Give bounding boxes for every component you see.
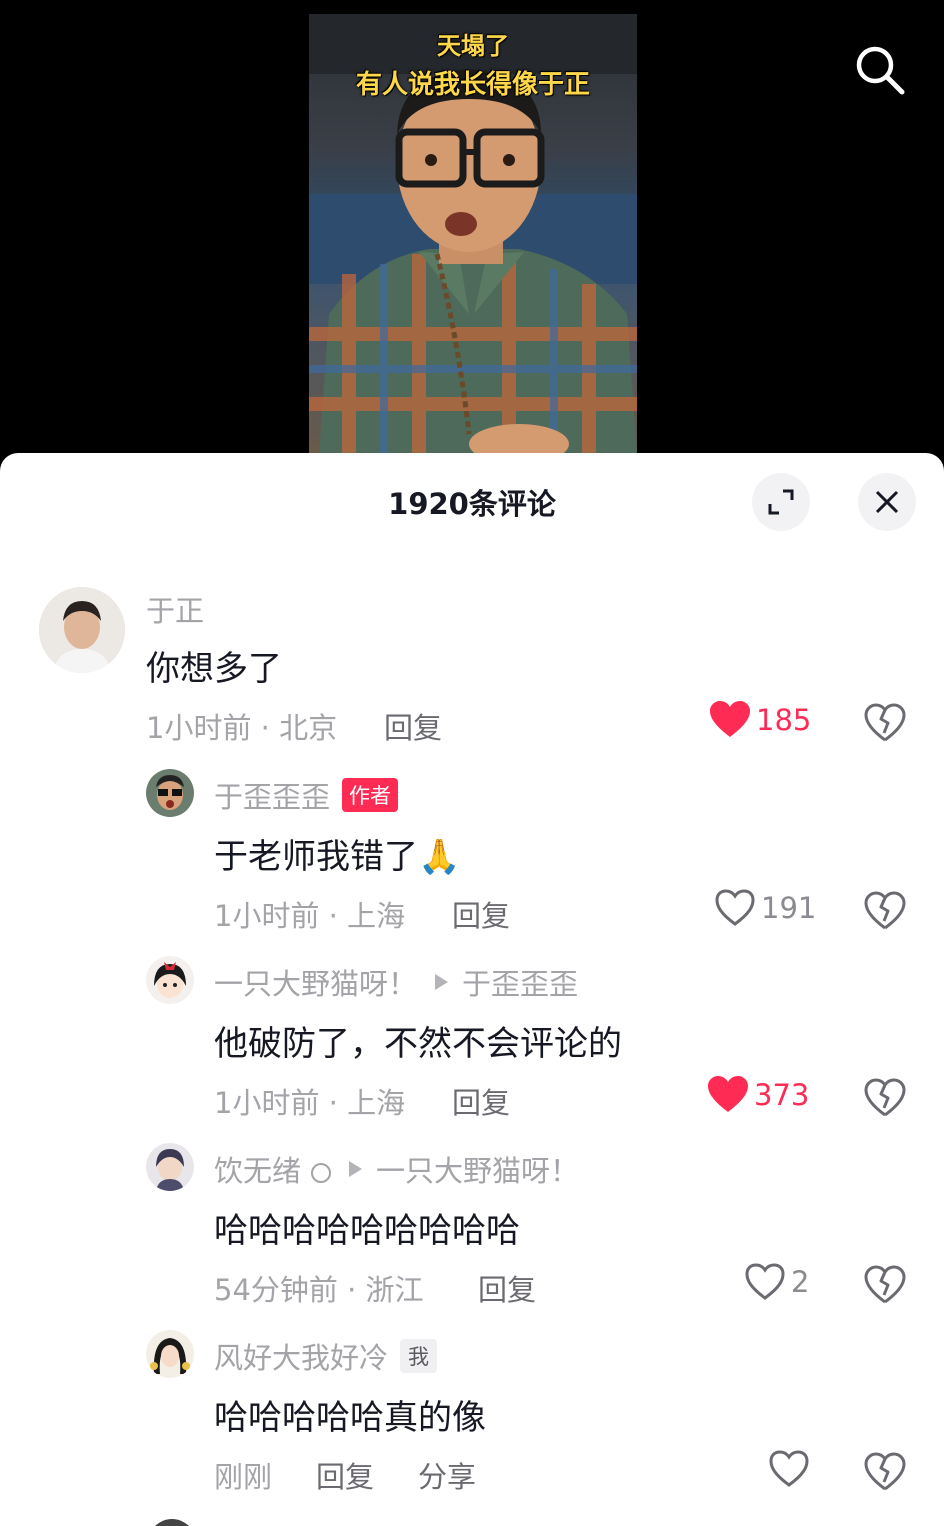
avatar[interactable] bbox=[146, 769, 194, 817]
comment-time-location: 1小时前 · 上海 bbox=[214, 899, 406, 933]
heart-outline-icon bbox=[769, 1450, 809, 1487]
comment-time-location: 1小时前 · 北京 bbox=[146, 711, 338, 745]
reply-to-username[interactable]: 于歪歪歪 bbox=[462, 961, 578, 1003]
heart-filled-icon bbox=[710, 701, 750, 737]
user-badge-icon bbox=[311, 1163, 332, 1183]
reply-button[interactable]: 回复 bbox=[452, 893, 510, 935]
avatar[interactable] bbox=[146, 1330, 194, 1378]
like-button[interactable]: 373 bbox=[708, 1076, 809, 1114]
comment-text: 你想多了 bbox=[146, 649, 282, 689]
avatar-image bbox=[146, 769, 194, 817]
username-text: 于正 bbox=[146, 594, 205, 628]
reply-item: 饮无绪 一只大野猫呀！ 哈哈哈哈哈哈哈哈哈 54分钟前 · 浙江 回复 2 bbox=[0, 1143, 944, 1313]
heart-outline-icon bbox=[715, 889, 755, 926]
reply-to-arrow-icon bbox=[349, 1161, 363, 1177]
reply-item: 风好大我好冷 我 哈哈哈哈哈真的像 刚刚 回复 分享 bbox=[0, 1330, 944, 1500]
comment-item: 于正 你想多了 1小时前 · 北京 回复 185 bbox=[0, 583, 944, 753]
username-text: 风好大我好冷 bbox=[214, 1341, 389, 1375]
search-icon[interactable] bbox=[852, 42, 906, 96]
avatar-image bbox=[146, 1143, 194, 1191]
avatar-image bbox=[39, 587, 125, 673]
comment-time-location: 1小时前 · 上海 bbox=[214, 1086, 406, 1120]
avatar[interactable] bbox=[146, 1143, 194, 1191]
video-area: 天塌了 有人说我长得像于正 bbox=[0, 0, 944, 470]
comment-username[interactable]: 于歪歪歪 作者 bbox=[214, 774, 399, 816]
comment-time: 刚刚 bbox=[214, 1460, 273, 1494]
like-count: 2 bbox=[791, 1265, 810, 1299]
comments-sheet: 1920条评论 于正 你想多了 1小时前 · 北京 回复 185 于歪歪歪 作者… bbox=[0, 453, 944, 1526]
like-count: 191 bbox=[761, 891, 817, 925]
broken-heart-icon[interactable] bbox=[864, 1452, 906, 1492]
avatar[interactable] bbox=[39, 587, 125, 673]
like-button[interactable]: 185 bbox=[710, 701, 811, 739]
comment-username[interactable]: 风好大我好冷 我 bbox=[214, 1335, 438, 1377]
video-caption-line2: 有人说我长得像于正 bbox=[355, 70, 590, 100]
comment-username[interactable]: 饮无绪 一只大野猫呀！ bbox=[214, 1148, 579, 1190]
avatar-image bbox=[146, 956, 194, 1004]
like-count: 373 bbox=[754, 1078, 810, 1112]
comment-text: 于老师我错了🙏 bbox=[214, 837, 461, 877]
close-icon bbox=[875, 490, 899, 514]
reply-item: 一只大野猫呀！ 于歪歪歪 他破防了，不然不会评论的 1小时前 · 上海 回复 3… bbox=[0, 956, 944, 1126]
me-badge: 我 bbox=[400, 1339, 438, 1373]
author-badge: 作者 bbox=[342, 778, 399, 812]
like-button[interactable]: 2 bbox=[745, 1263, 809, 1301]
share-button[interactable]: 分享 bbox=[418, 1454, 476, 1496]
comment-username[interactable]: 于正 bbox=[146, 588, 204, 630]
video-player[interactable]: 天塌了 有人说我长得像于正 bbox=[309, 14, 637, 454]
reply-button[interactable]: 回复 bbox=[316, 1454, 374, 1496]
comment-text: 他破防了，不然不会评论的 bbox=[214, 1024, 622, 1064]
broken-heart-icon[interactable] bbox=[864, 1265, 906, 1305]
username-text: 一只大野猫呀！ bbox=[214, 967, 418, 1001]
comment-time-location: 54分钟前 · 浙江 bbox=[214, 1273, 424, 1307]
username-text: 饮无绪 bbox=[214, 1154, 302, 1188]
username-text: 于歪歪歪 bbox=[214, 780, 331, 814]
comment-username[interactable]: 一只大野猫呀！ 于歪歪歪 bbox=[214, 961, 578, 1003]
video-caption-line1: 天塌了 bbox=[437, 32, 509, 60]
avatar[interactable] bbox=[146, 956, 194, 1004]
reply-button[interactable]: 回复 bbox=[478, 1267, 536, 1309]
expand-button[interactable] bbox=[752, 473, 810, 531]
close-button[interactable] bbox=[858, 473, 916, 531]
reply-button[interactable]: 回复 bbox=[452, 1080, 510, 1122]
broken-heart-icon[interactable] bbox=[864, 891, 906, 931]
like-button[interactable]: 191 bbox=[715, 889, 816, 927]
comment-text: 哈哈哈哈哈哈哈哈哈 bbox=[214, 1211, 520, 1251]
comment-text: 哈哈哈哈哈真的像 bbox=[214, 1398, 486, 1438]
broken-heart-icon[interactable] bbox=[864, 1078, 906, 1118]
expand-icon bbox=[768, 489, 794, 515]
reply-to-username[interactable]: 一只大野猫呀！ bbox=[376, 1148, 579, 1190]
avatar[interactable] bbox=[148, 1519, 196, 1526]
reply-button[interactable]: 回复 bbox=[384, 705, 442, 747]
like-button[interactable] bbox=[769, 1450, 809, 1488]
heart-outline-icon bbox=[745, 1263, 785, 1300]
reply-item: 于歪歪歪 作者 于老师我错了🙏 1小时前 · 上海 回复 191 bbox=[0, 769, 944, 939]
heart-filled-icon bbox=[708, 1076, 748, 1112]
like-count: 185 bbox=[756, 703, 812, 737]
broken-heart-icon[interactable] bbox=[864, 703, 906, 743]
avatar-image bbox=[146, 1330, 194, 1378]
reply-to-arrow-icon bbox=[435, 974, 449, 990]
